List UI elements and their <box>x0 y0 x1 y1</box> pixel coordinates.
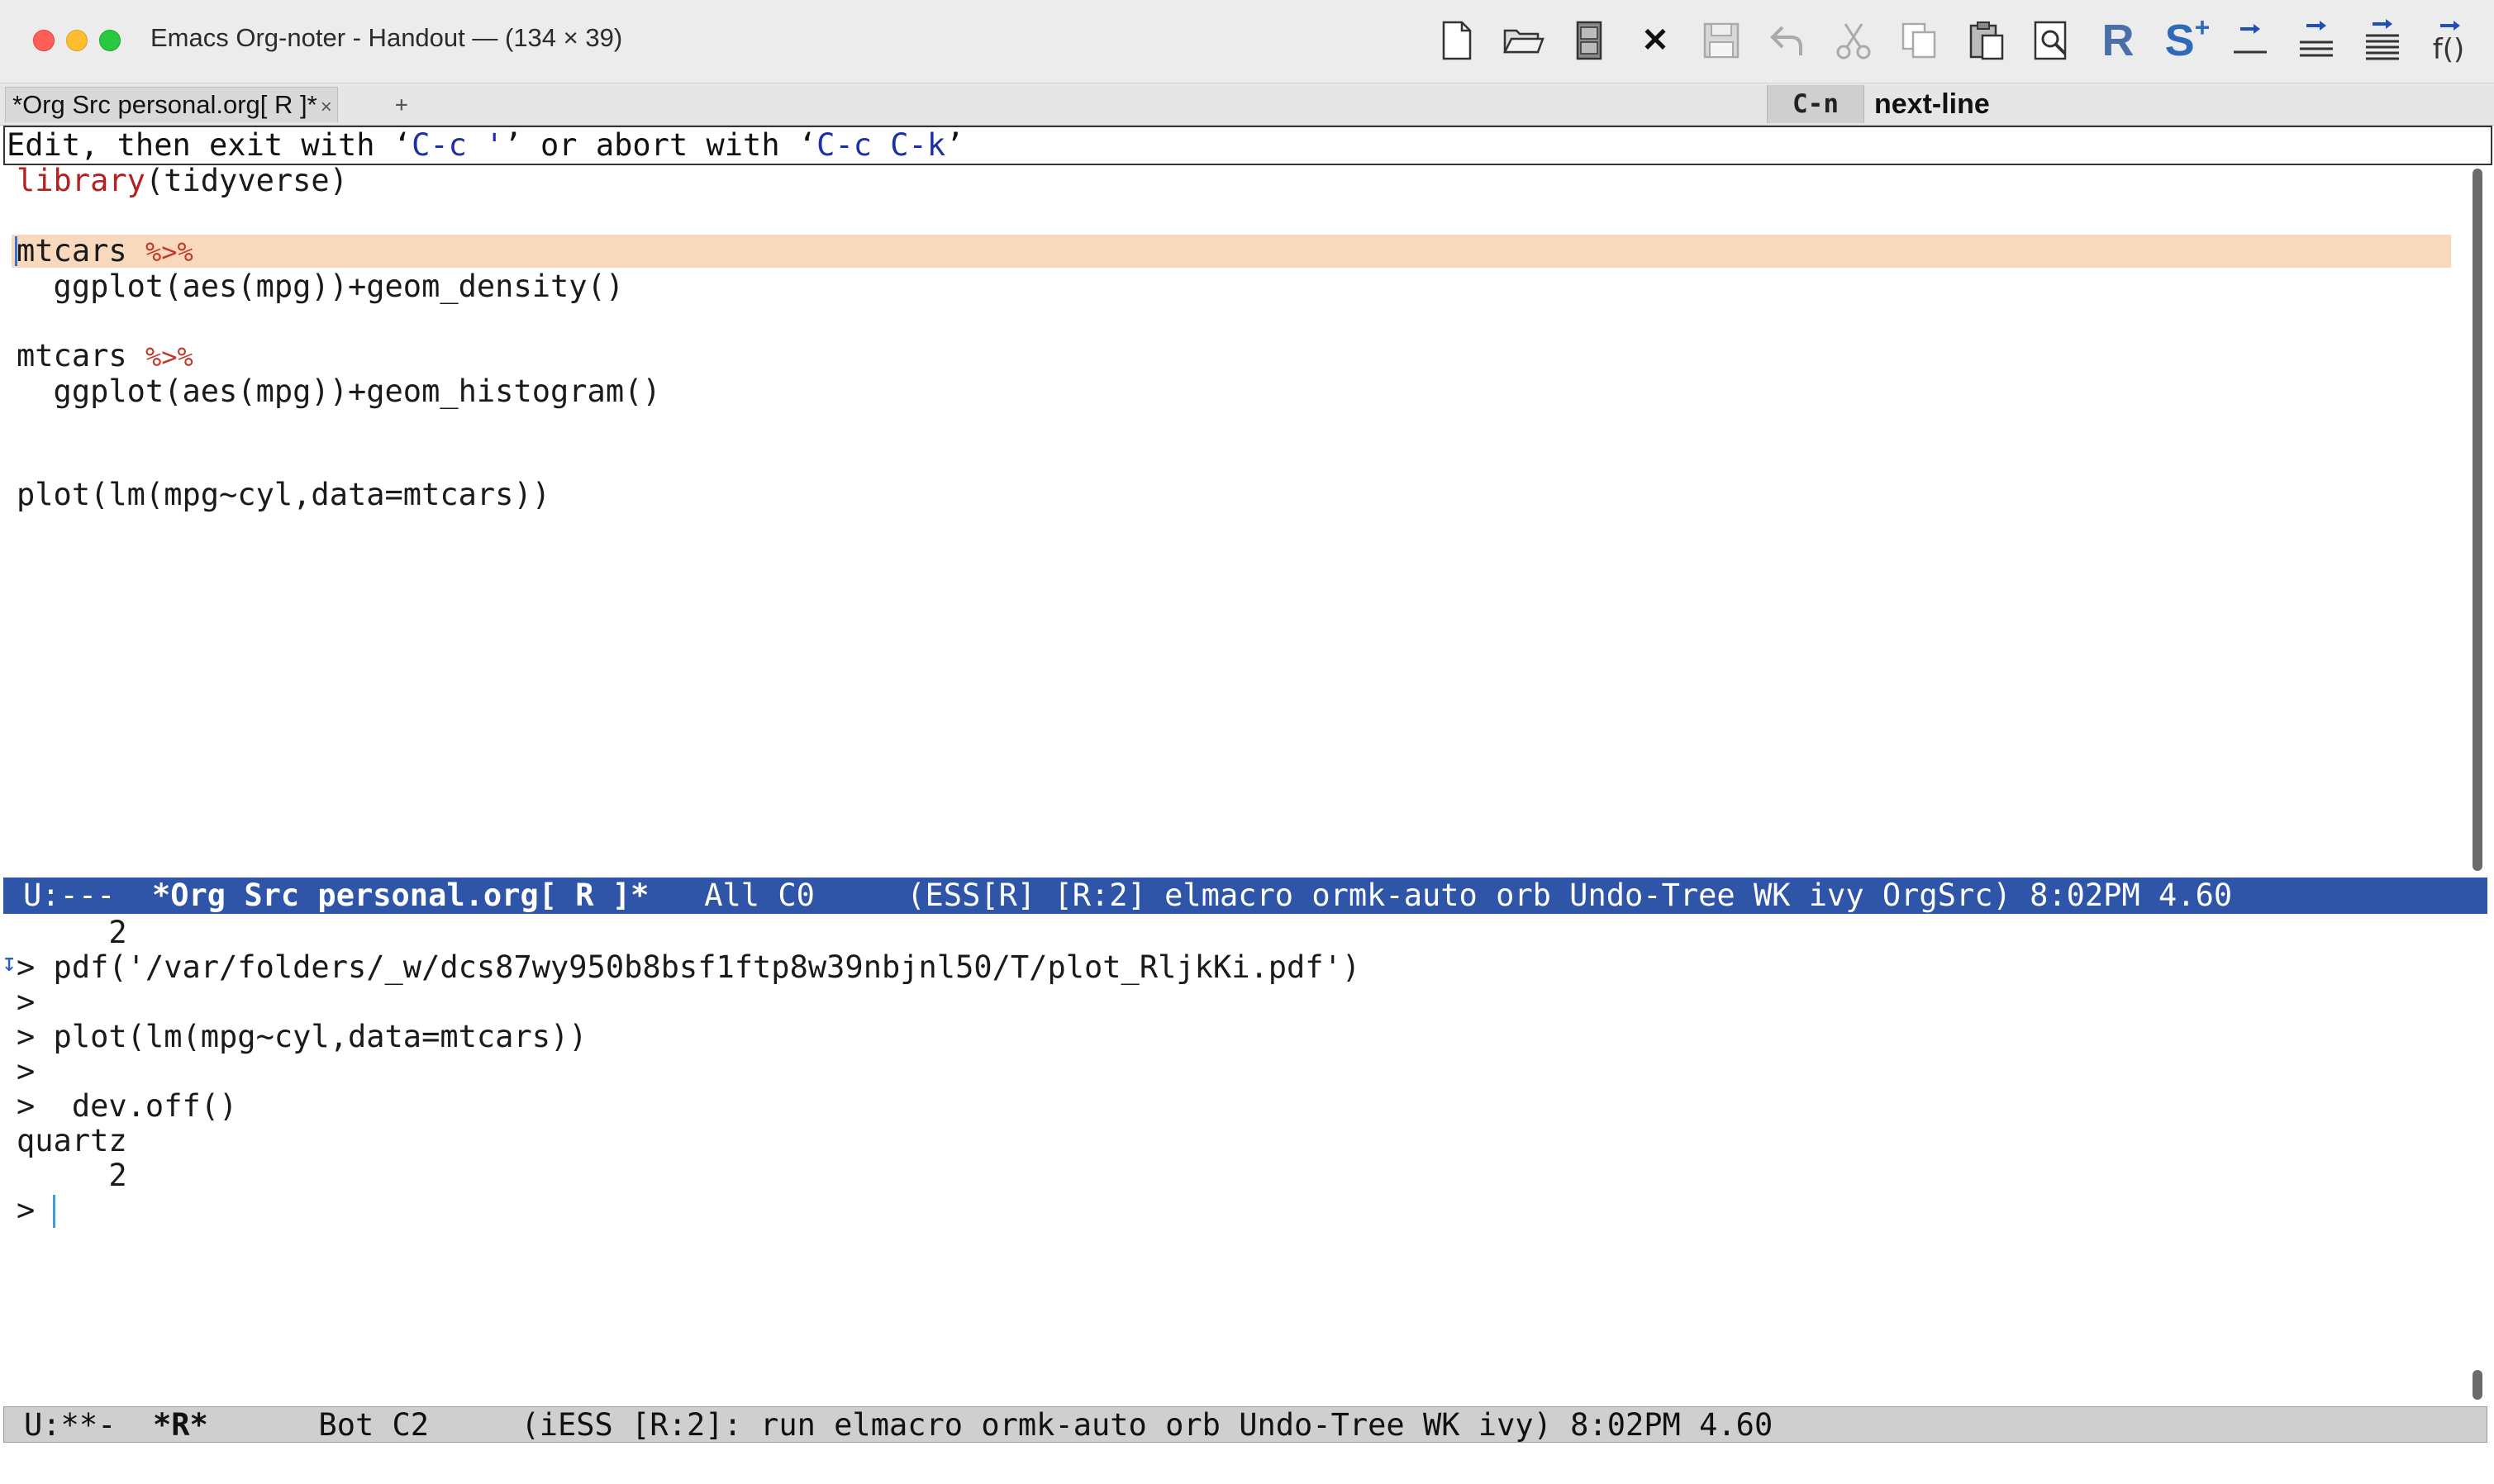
scrollbar-thumb[interactable] <box>2473 169 2482 871</box>
console-prompt[interactable]: > <box>17 1193 54 1228</box>
tab-close-icon[interactable]: × <box>321 96 332 118</box>
save-disk-icon[interactable] <box>1697 17 1745 64</box>
console-line: quartz <box>17 1123 127 1158</box>
window-close-button[interactable] <box>33 30 55 51</box>
save-cabinet-icon[interactable] <box>1565 17 1613 64</box>
s-plus-icon[interactable]: S + <box>2158 12 2216 66</box>
console-line: > <box>17 984 36 1020</box>
mode-line-top: U:--- *Org Src personal.org[ R ]* All C0… <box>3 878 2487 914</box>
new-file-icon[interactable] <box>1433 17 1481 64</box>
console-line: 2 <box>17 1158 127 1193</box>
code-text: mtcars <box>17 338 127 373</box>
eval-line-icon[interactable] <box>2226 17 2274 64</box>
buffer-state: U:**- <box>24 1407 153 1443</box>
search-icon[interactable] <box>2028 17 2076 64</box>
exit-key: C-c ' <box>412 127 504 163</box>
buffer-name: *R* <box>152 1407 208 1443</box>
tab-label: *Org Src personal.org[ R ]* <box>12 90 317 119</box>
eval-region-icon[interactable] <box>2292 17 2340 64</box>
minibuffer[interactable] <box>0 1444 2494 1484</box>
console-line: > plot(lm(mpg~cyl,data=mtcars)) <box>17 1019 588 1054</box>
key-hint-command: next-line <box>1874 88 1990 120</box>
console-line: > pdf('/var/folders/_w/dcs87wy950b8bsf1f… <box>17 949 1361 985</box>
editor-scrollbar[interactable] <box>2471 165 2484 876</box>
code-text: mtcars <box>17 233 127 269</box>
scrollbar-thumb[interactable] <box>2473 1370 2482 1400</box>
tab-org-src[interactable]: *Org Src personal.org[ R ]* × <box>5 87 338 122</box>
code-function: library <box>17 163 145 198</box>
copy-icon[interactable] <box>1896 17 1944 64</box>
code-line[interactable]: mtcars %>% <box>17 339 193 374</box>
paste-icon[interactable] <box>1962 17 2010 64</box>
r-icon[interactable]: R <box>2094 16 2142 65</box>
code-text: (tidyverse) <box>145 163 348 198</box>
mode-line-bottom: U:**- *R* Bot C2 (iESS [R:2]: run elmacr… <box>3 1406 2487 1443</box>
eval-buffer-icon[interactable] <box>2358 17 2406 64</box>
header-text: ’ or abort with ‘ <box>503 127 817 163</box>
new-tab-button[interactable]: + <box>395 90 408 120</box>
text-cursor <box>15 236 17 266</box>
code-line[interactable]: ggplot(aes(mpg))+geom_density() <box>17 269 625 304</box>
code-line[interactable]: mtcars %>% <box>17 234 193 269</box>
tab-bar: *Org Src personal.org[ R ]* × + <box>0 83 2494 126</box>
code-line[interactable]: ggplot(aes(mpg))+geom_histogram() <box>17 374 661 409</box>
console-line: 2 <box>17 915 127 950</box>
header-text: Edit, then exit with ‘ <box>7 127 412 163</box>
current-line-highlight <box>12 235 2451 268</box>
pipe-operator: %>% <box>145 236 193 268</box>
console-line: > <box>17 1054 36 1089</box>
text-cursor <box>53 1195 55 1228</box>
pipe-operator: %>% <box>145 341 193 373</box>
close-icon[interactable]: ✕ <box>1631 17 1679 64</box>
title-bar: Emacs Org-noter - Handout — (134 × 39) ✕… <box>0 0 2494 83</box>
code-line[interactable]: plot(lm(mpg~cyl,data=mtcars)) <box>17 478 550 512</box>
cut-icon[interactable] <box>1830 17 1878 64</box>
code-line[interactable]: library(tidyverse) <box>17 164 348 198</box>
buffer-state: U:--- <box>23 878 152 913</box>
key-hint-key: C-n <box>1767 85 1864 123</box>
eval-function-icon[interactable]: f() <box>2425 17 2473 66</box>
window-title: Emacs Org-noter - Handout — (134 × 39) <box>150 23 623 52</box>
undo-icon[interactable] <box>1763 17 1811 64</box>
org-src-header-line: Edit, then exit with ‘C-c '’ or abort wi… <box>3 126 2492 165</box>
buffer-name: *Org Src personal.org[ R ]* <box>151 878 650 913</box>
mode-info: Bot C2 (iESS [R:2]: run elmacro ormk-aut… <box>207 1407 1773 1443</box>
window-maximize-button[interactable] <box>99 30 121 51</box>
window-minimize-button[interactable] <box>66 30 88 51</box>
mode-info: All C0 (ESS[R] [R:2] elmacro ormk-auto o… <box>649 878 2233 913</box>
header-text: ’ <box>945 127 964 163</box>
fringe-arrow-icon: ↧ <box>2 949 17 977</box>
console-scrollbar[interactable] <box>2471 917 2484 1405</box>
console-line: > dev.off() <box>17 1088 238 1124</box>
abort-key: C-c C-k <box>816 127 946 163</box>
open-folder-icon[interactable] <box>1499 17 1547 64</box>
